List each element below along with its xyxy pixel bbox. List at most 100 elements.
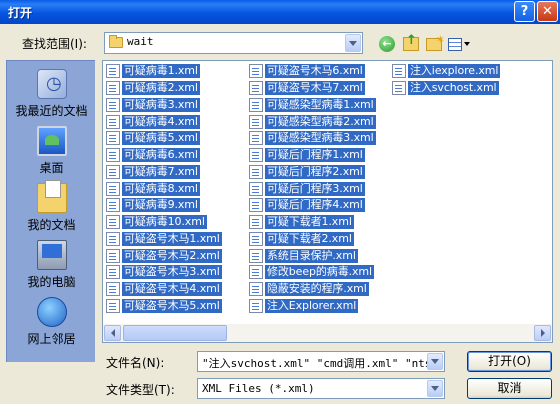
place-my-documents[interactable]: 我的文档 <box>7 180 96 239</box>
chevron-down-icon[interactable] <box>345 34 361 52</box>
file-item[interactable]: 可疑盗号木马5.xml <box>106 298 222 315</box>
back-arrow-icon: ← <box>379 36 395 52</box>
file-name: 可疑病毒7.xml <box>122 164 200 179</box>
file-name: 可疑病毒10.xml <box>122 215 207 230</box>
file-item[interactable]: 可疑盗号木马6.xml <box>249 63 376 80</box>
file-name: 可疑下载者2.xml <box>265 231 354 246</box>
chevron-down-icon[interactable] <box>427 353 443 370</box>
place-recent[interactable]: 我最近的文档 <box>7 67 96 125</box>
file-item[interactable]: 注入svchost.xml <box>392 80 500 97</box>
xml-file-icon <box>106 198 120 213</box>
xml-file-icon <box>249 298 263 313</box>
file-name: 可疑后门程序2.xml <box>265 164 365 179</box>
view-menu-button[interactable] <box>448 35 470 53</box>
file-name: 可疑病毒5.xml <box>122 131 200 146</box>
xml-file-icon <box>249 64 263 79</box>
my-documents-icon <box>37 180 67 213</box>
file-name: 可疑病毒4.xml <box>122 114 200 129</box>
horizontal-scrollbar[interactable] <box>103 324 552 342</box>
place-network[interactable]: 网上邻居 <box>7 295 96 353</box>
scroll-right-button[interactable] <box>534 325 551 341</box>
help-icon: ? <box>520 4 529 19</box>
xml-file-icon <box>249 97 263 112</box>
xml-file-icon <box>249 282 263 297</box>
file-item[interactable]: 可疑病毒2.xml <box>106 80 222 97</box>
open-button[interactable]: 打开(O) <box>467 351 552 372</box>
folder-icon <box>109 34 123 48</box>
file-item[interactable]: 可疑后门程序1.xml <box>249 147 376 164</box>
place-desktop[interactable]: 桌面 <box>7 124 96 182</box>
xml-file-icon <box>249 148 263 163</box>
filetype-combo[interactable]: XML Files (*.xml) <box>197 378 445 399</box>
lookin-combo[interactable]: wait <box>104 32 363 54</box>
xml-file-icon <box>249 198 263 213</box>
file-item[interactable]: 可疑后门程序4.xml <box>249 197 376 214</box>
file-item[interactable]: 可疑病毒8.xml <box>106 180 222 197</box>
places-bar: 我最近的文档 桌面 我的文档 我的电脑 网上邻居 <box>6 60 95 362</box>
file-name: 可疑病毒6.xml <box>122 148 200 163</box>
file-item[interactable]: 可疑盗号木马1.xml <box>106 231 222 248</box>
xml-file-icon <box>106 231 120 246</box>
file-item[interactable]: 修改beep的病毒.xml <box>249 264 376 281</box>
help-button[interactable]: ? <box>514 1 535 22</box>
place-label: 我的文档 <box>27 218 76 232</box>
file-name: 可疑感染型病毒3.xml <box>265 131 376 146</box>
up-folder-button[interactable] <box>402 33 420 53</box>
file-item[interactable]: 可疑盗号木马3.xml <box>106 264 222 281</box>
file-item[interactable]: 注入iexplore.xml <box>392 63 501 80</box>
file-item[interactable]: 可疑病毒5.xml <box>106 130 222 147</box>
scroll-thumb[interactable] <box>123 325 227 341</box>
xml-file-icon <box>106 64 120 79</box>
xml-file-icon <box>392 64 406 79</box>
file-name: 可疑盗号木马3.xml <box>122 265 222 280</box>
file-name: 可疑病毒1.xml <box>122 64 200 79</box>
file-name: 注入Explorer.xml <box>265 298 359 313</box>
file-item[interactable]: 注入Explorer.xml <box>249 298 376 315</box>
back-button[interactable]: ← <box>378 35 396 53</box>
chevron-down-icon[interactable] <box>427 380 443 397</box>
file-item[interactable]: 可疑病毒6.xml <box>106 147 222 164</box>
file-item[interactable]: 可疑后门程序3.xml <box>249 180 376 197</box>
file-item[interactable]: 可疑盗号木马4.xml <box>106 281 222 298</box>
file-item[interactable]: 可疑病毒3.xml <box>106 97 222 114</box>
up-folder-icon <box>403 33 419 51</box>
cancel-button[interactable]: 取消 <box>467 378 552 399</box>
file-item[interactable]: 可疑下载者2.xml <box>249 231 376 248</box>
place-my-computer[interactable]: 我的电脑 <box>7 238 96 296</box>
scroll-left-button[interactable] <box>104 325 121 341</box>
my-computer-icon <box>37 240 67 270</box>
file-item[interactable]: 可疑病毒1.xml <box>106 63 222 80</box>
desktop-icon <box>37 126 67 156</box>
file-item[interactable]: 系统目录保护.xml <box>249 247 376 264</box>
file-item[interactable]: 可疑病毒9.xml <box>106 197 222 214</box>
file-name: 可疑盗号木马1.xml <box>122 231 222 246</box>
file-item[interactable]: 可疑后门程序2.xml <box>249 164 376 181</box>
file-name: 可疑病毒8.xml <box>122 181 200 196</box>
file-list[interactable]: 可疑病毒1.xml 可疑病毒2.xml 可疑病毒3.xml 可疑病毒4.xml … <box>102 60 553 343</box>
file-name: 可疑病毒9.xml <box>122 198 200 213</box>
file-item[interactable]: 可疑盗号木马7.xml <box>249 80 376 97</box>
file-name: 注入iexplore.xml <box>408 64 501 79</box>
file-item[interactable]: 可疑感染型病毒1.xml <box>249 97 376 114</box>
filename-combo[interactable]: "注入svchost.xml" "cmd调用.xml" "ntsd <box>197 351 445 372</box>
network-places-icon <box>37 297 67 327</box>
filename-value: "注入svchost.xml" "cmd调用.xml" "ntsd <box>202 357 439 370</box>
file-item[interactable]: 可疑病毒10.xml <box>106 214 222 231</box>
new-folder-button[interactable] <box>425 33 445 53</box>
file-item[interactable]: 可疑病毒7.xml <box>106 164 222 181</box>
filename-label: 文件名(N): <box>106 356 165 370</box>
file-item[interactable]: 可疑病毒4.xml <box>106 113 222 130</box>
xml-file-icon <box>249 231 263 246</box>
file-item[interactable]: 可疑盗号木马2.xml <box>106 247 222 264</box>
file-name: 可疑下载者1.xml <box>265 215 354 230</box>
file-name: 修改beep的病毒.xml <box>265 265 374 280</box>
file-name: 可疑盗号木马7.xml <box>265 81 365 96</box>
file-item[interactable]: 可疑感染型病毒2.xml <box>249 113 376 130</box>
filetype-label: 文件类型(T): <box>106 383 175 397</box>
close-button[interactable]: ✕ <box>537 1 558 22</box>
file-name: 系统目录保护.xml <box>265 248 358 263</box>
xml-file-icon <box>106 298 120 313</box>
file-item[interactable]: 可疑下载者1.xml <box>249 214 376 231</box>
file-item[interactable]: 隐蔽安装的程序.xml <box>249 281 376 298</box>
file-item[interactable]: 可疑感染型病毒3.xml <box>249 130 376 147</box>
